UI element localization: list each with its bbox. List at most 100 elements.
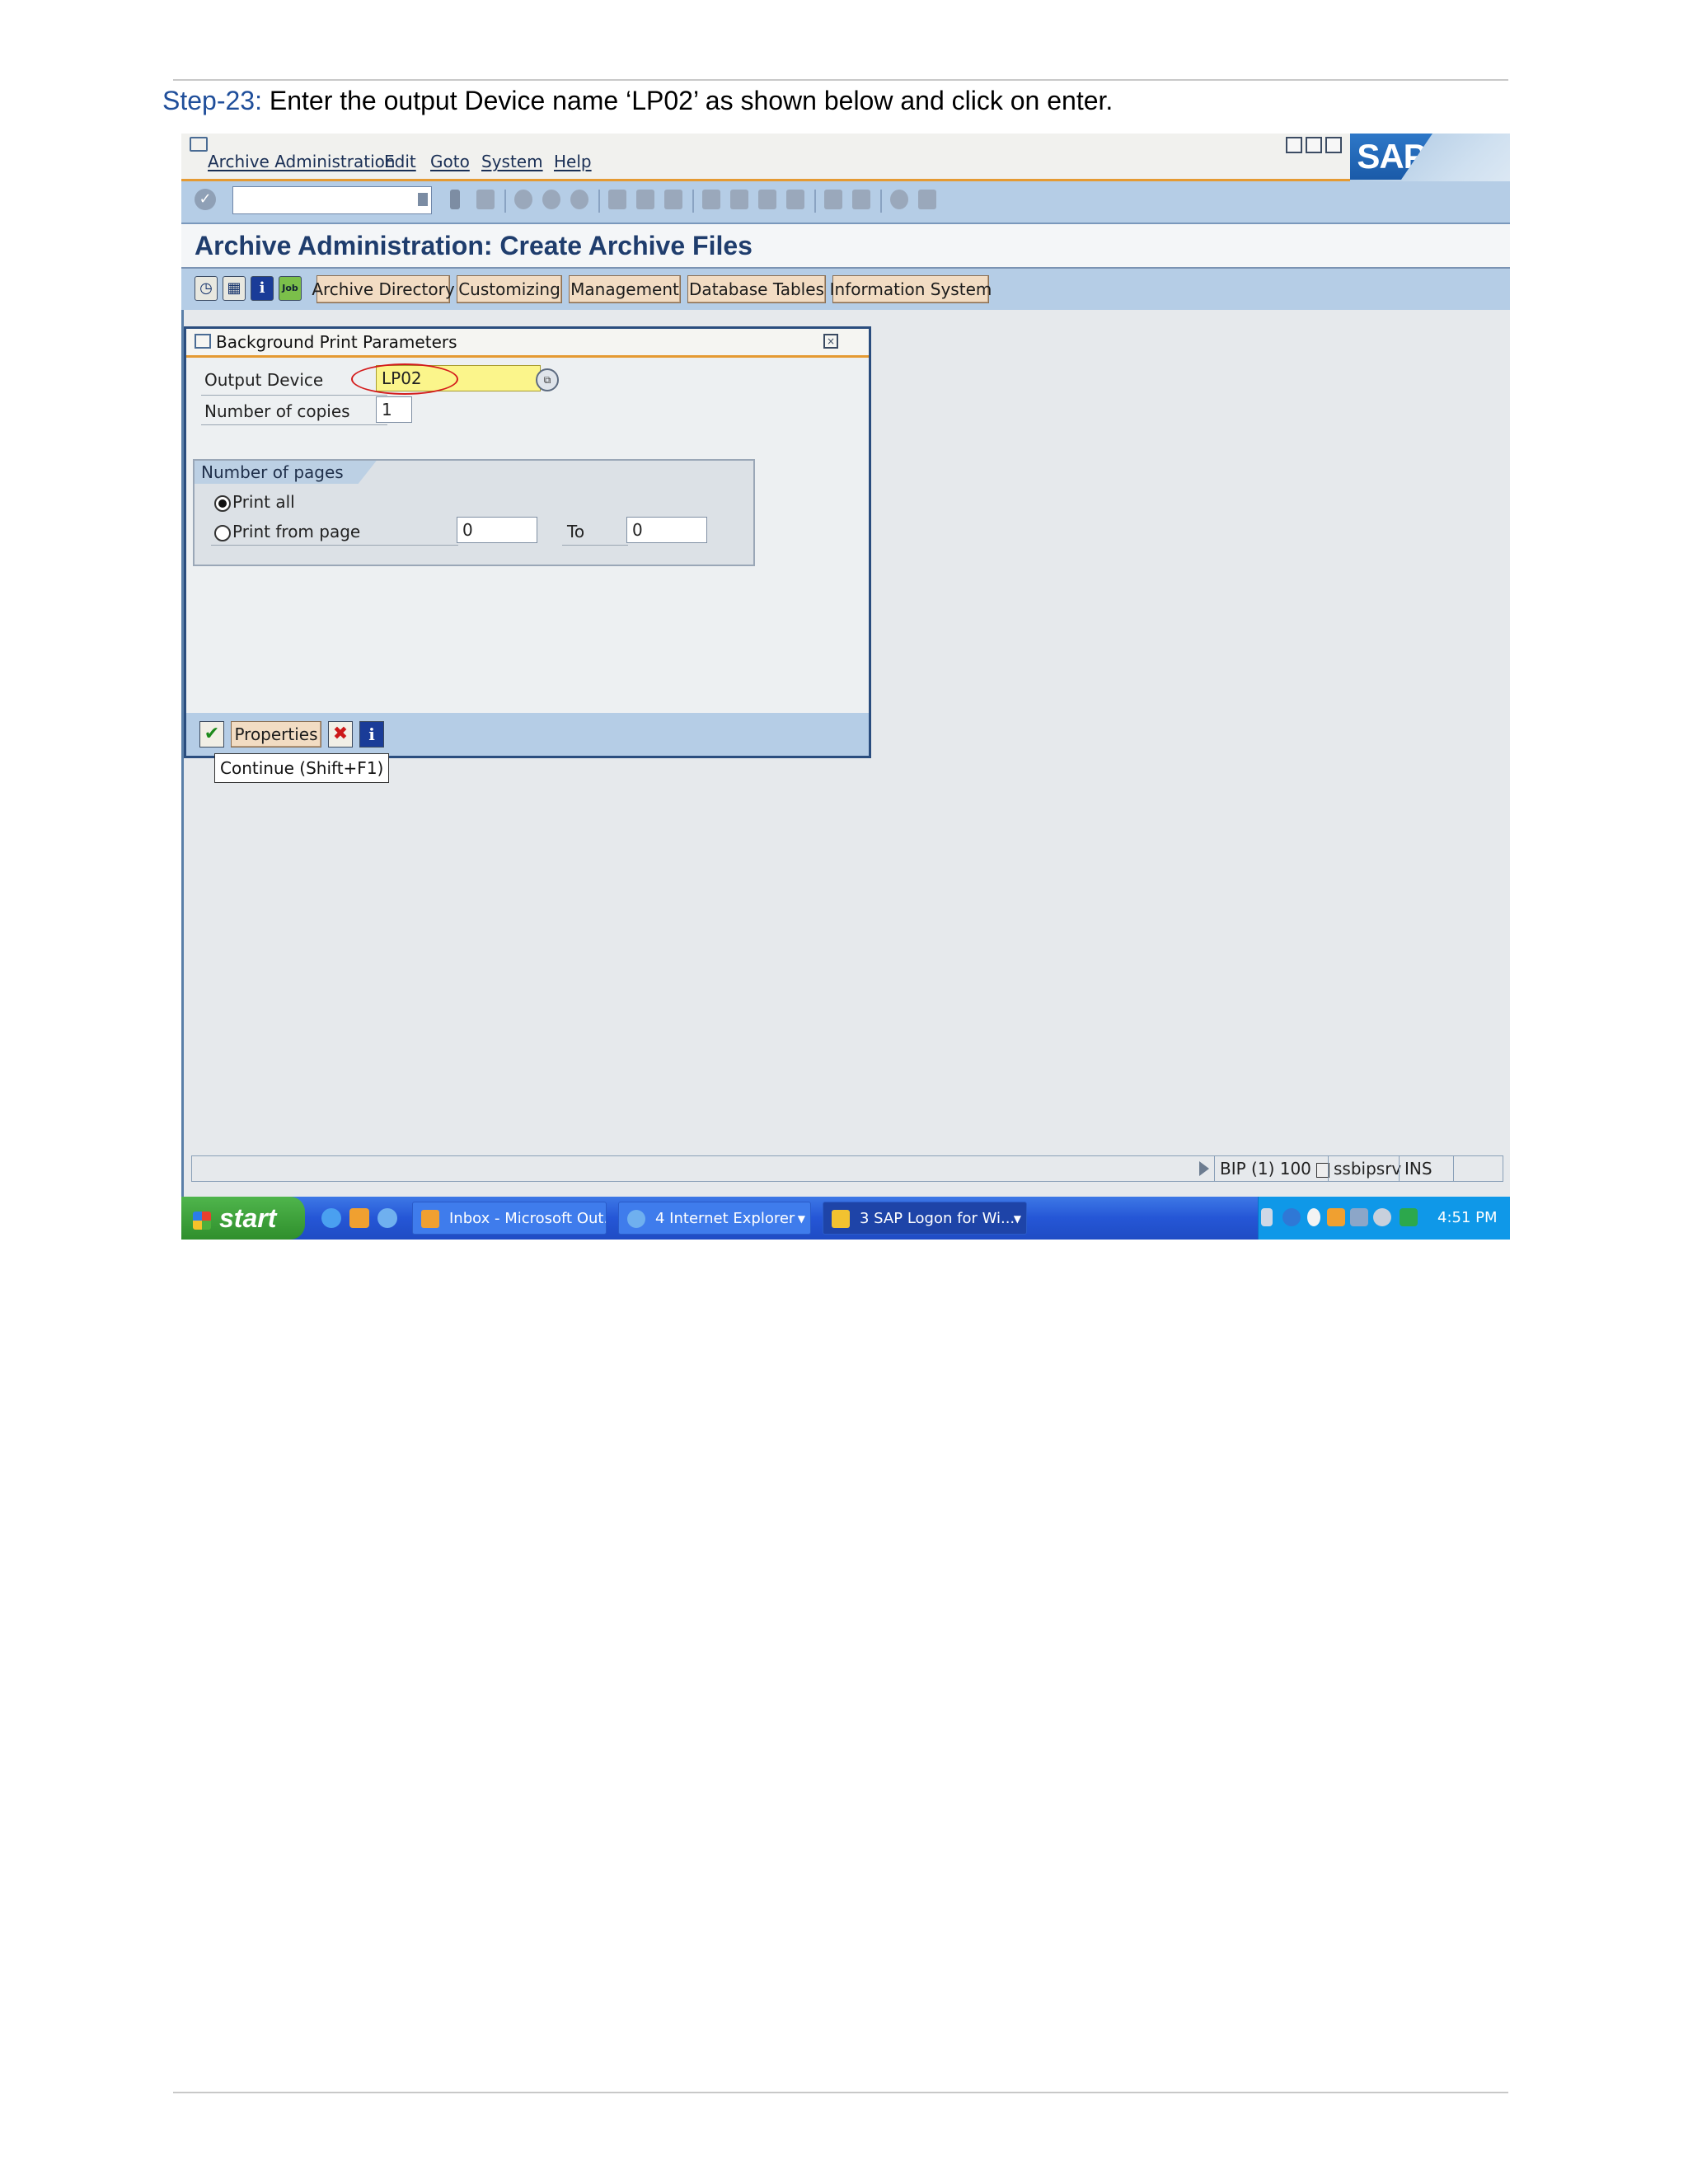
outlook-icon[interactable] xyxy=(349,1208,369,1228)
command-field[interactable] xyxy=(232,186,432,214)
task-sap-logon[interactable]: 3 SAP Logon for Wi... ▼ xyxy=(823,1202,1027,1235)
cancel-x-icon[interactable]: ✖ xyxy=(328,721,353,748)
info-icon[interactable]: i xyxy=(359,721,384,748)
minimize-icon[interactable] xyxy=(1286,137,1302,153)
toolbar-separator xyxy=(504,190,506,213)
save-icon[interactable] xyxy=(476,190,495,209)
number-of-pages-group: Number of pages Print all Print from pag… xyxy=(193,459,755,566)
management-button[interactable]: Management xyxy=(569,275,681,303)
menu-edit[interactable]: Edit xyxy=(384,152,416,171)
restore-icon[interactable] xyxy=(1306,137,1322,153)
status-empty-cell xyxy=(1453,1156,1492,1181)
last-page-icon[interactable] xyxy=(786,190,804,209)
value-help-icon[interactable]: ⧉ xyxy=(536,368,559,391)
continue-check-icon[interactable]: ✔ xyxy=(199,721,224,748)
start-button[interactable]: start xyxy=(181,1197,305,1240)
close-window-icon[interactable] xyxy=(1325,137,1342,153)
continue-tooltip: Continue (Shift+F1) xyxy=(214,753,390,783)
print-icon[interactable] xyxy=(608,190,626,209)
print-all-label: Print all xyxy=(232,492,295,512)
windows-flag-icon xyxy=(193,1211,211,1230)
toolbar-separator xyxy=(598,190,600,213)
start-label: start xyxy=(219,1203,277,1233)
system-info: BIP (1) 100 xyxy=(1214,1156,1332,1181)
job-icon[interactable]: Job xyxy=(279,276,302,301)
browser-icon[interactable] xyxy=(377,1208,397,1228)
tray-collapse-icon[interactable] xyxy=(1282,1208,1301,1226)
dialog-menu-icon[interactable] xyxy=(195,334,211,349)
database-tables-button[interactable]: Database Tables xyxy=(687,275,826,303)
shortcut-icon[interactable] xyxy=(852,190,870,209)
print-from-page-label: Print from page xyxy=(232,522,361,541)
window-menu-icon[interactable] xyxy=(190,137,208,152)
layout-menu-icon[interactable] xyxy=(918,190,936,209)
print-from-page-radio[interactable] xyxy=(214,525,231,541)
dropdown-arrow-icon: ▼ xyxy=(1013,1213,1021,1225)
from-page-input[interactable]: 0 xyxy=(457,517,537,543)
info-icon[interactable]: i xyxy=(251,276,274,301)
menu-system[interactable]: System xyxy=(481,152,543,171)
search-icon[interactable] xyxy=(1307,1208,1320,1226)
previous-page-icon[interactable] xyxy=(730,190,748,209)
volume-icon[interactable] xyxy=(1373,1208,1391,1226)
step-number: Step-23: xyxy=(162,86,262,115)
menu-bar: Archive Administration Edit Goto System … xyxy=(181,134,1510,181)
new-session-icon[interactable] xyxy=(824,190,842,209)
execute-clock-icon[interactable]: ◷ xyxy=(195,276,218,301)
status-expand-icon[interactable] xyxy=(1199,1161,1209,1176)
task-internet-explorer[interactable]: 4 Internet Explorer ▼ xyxy=(618,1202,811,1235)
step-instruction: Step-23: Enter the output Device name ‘L… xyxy=(162,86,1113,116)
structure-icon[interactable]: ▦ xyxy=(223,276,246,301)
label-underline xyxy=(562,545,628,546)
first-page-icon[interactable] xyxy=(702,190,720,209)
outlook-tray-icon[interactable] xyxy=(1327,1208,1345,1226)
customizing-button[interactable]: Customizing xyxy=(457,275,562,303)
enter-check-icon[interactable]: ✓ xyxy=(195,189,216,210)
dialog-title-bar: Background Print Parameters × xyxy=(186,329,869,358)
standard-toolbar: ✓ xyxy=(181,181,1510,225)
properties-button[interactable]: Properties xyxy=(231,721,321,748)
application-toolbar: ◷ ▦ i Job Archive Directory Customizing … xyxy=(181,269,1510,310)
menu-archive-administration[interactable]: Archive Administration xyxy=(208,152,396,171)
menu-goto[interactable]: Goto xyxy=(430,152,470,171)
internet-explorer-icon[interactable] xyxy=(321,1208,341,1228)
archive-directory-button[interactable]: Archive Directory xyxy=(312,275,455,303)
outlook-icon xyxy=(421,1210,439,1228)
dialog-title: Background Print Parameters xyxy=(216,332,457,352)
information-system-button[interactable]: Information System xyxy=(830,275,992,303)
command-history-icon[interactable] xyxy=(418,193,428,206)
help-icon[interactable] xyxy=(890,190,908,209)
tools-icon[interactable] xyxy=(1261,1208,1273,1226)
toolbar-separator xyxy=(814,190,816,213)
to-label: To xyxy=(567,522,585,541)
menu-help[interactable]: Help xyxy=(554,152,592,171)
highlight-ellipse xyxy=(351,363,458,395)
print-all-radio[interactable] xyxy=(214,495,231,512)
cancel-icon[interactable] xyxy=(570,190,588,209)
label-underline xyxy=(201,424,387,425)
dialog-close-icon[interactable]: × xyxy=(823,334,838,349)
toolbar-separator xyxy=(880,190,882,213)
sap-screenshot: Archive Administration Edit Goto System … xyxy=(181,134,1510,1240)
task-label: Inbox - Microsoft Out... xyxy=(449,1210,607,1227)
exit-icon[interactable] xyxy=(542,190,560,209)
dropdown-arrow-icon: ▼ xyxy=(797,1213,805,1225)
status-bar: BIP (1) 100 ssbipsrv INS xyxy=(191,1155,1503,1182)
find-icon[interactable] xyxy=(636,190,654,209)
copies-label: Number of copies xyxy=(204,401,350,421)
server-name: ssbipsrv xyxy=(1328,1156,1403,1181)
copies-input[interactable]: 1 xyxy=(376,396,412,423)
task-inbox-outlook[interactable]: Inbox - Microsoft Out... xyxy=(412,1202,607,1235)
next-page-icon[interactable] xyxy=(758,190,776,209)
page-title: Archive Administration: Create Archive F… xyxy=(195,231,753,260)
title-bar: Archive Administration: Create Archive F… xyxy=(181,224,1510,269)
sap-logon-icon xyxy=(832,1210,850,1228)
to-page-input[interactable]: 0 xyxy=(626,517,707,543)
activity-icon[interactable] xyxy=(1400,1208,1418,1226)
back-arrow-icon[interactable] xyxy=(450,190,460,209)
task-label: 3 SAP Logon for Wi... xyxy=(860,1210,1015,1227)
find-next-icon[interactable] xyxy=(664,190,682,209)
network-icon[interactable] xyxy=(1350,1208,1368,1226)
internet-explorer-icon xyxy=(627,1210,645,1228)
back-icon[interactable] xyxy=(514,190,532,209)
